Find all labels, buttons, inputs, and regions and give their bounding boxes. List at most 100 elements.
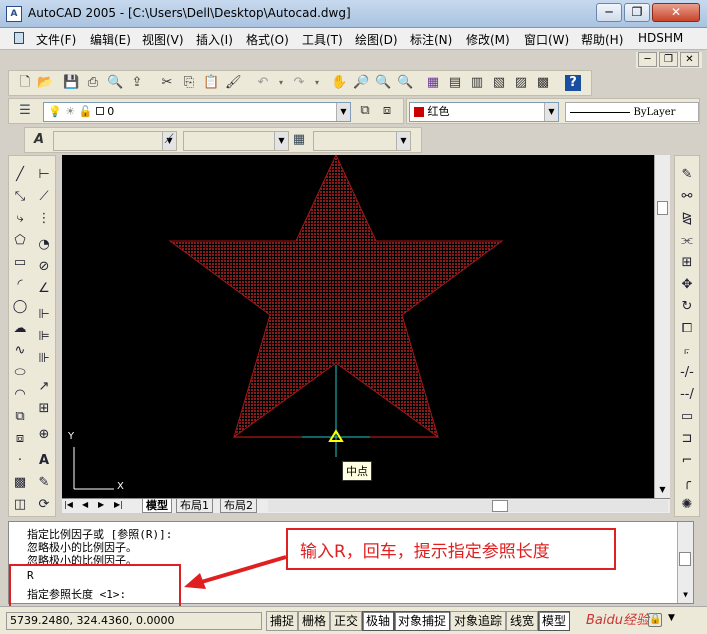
save-icon[interactable]: 💾 [63,75,79,91]
menu-dimension[interactable]: 标注(N) [410,31,452,48]
make-block-icon[interactable]: ⧈ [11,430,29,448]
array-icon[interactable]: ⊞ [678,254,696,272]
dimension-style-icon[interactable]: ⟋ [161,132,177,148]
command-scroll-down-icon[interactable]: ▼ [678,588,693,602]
region-icon[interactable]: ◫ [11,496,29,514]
fillet-icon[interactable]: ╭ [678,474,696,492]
design-center-icon[interactable]: ▤ [447,75,463,91]
zoom-window-icon[interactable]: 🔍 [375,75,391,91]
construction-line-icon[interactable]: ⤡ [11,188,29,206]
zoom-previous-icon[interactable]: 🔍 [397,75,413,91]
rotate-icon[interactable]: ↻ [678,298,696,316]
model-toggle[interactable]: 模型 [538,611,571,631]
tab-layout2[interactable]: 布局2 [220,499,257,513]
break-at-point-icon[interactable]: ▭ [678,408,696,426]
text-style-dropdown[interactable]: ▼ [53,131,177,151]
undo-icon[interactable]: ↶ [255,75,271,91]
menu-draw[interactable]: 绘图(D) [355,31,398,48]
close-button[interactable]: ✕ [652,3,700,22]
print-icon[interactable]: ⎙ [85,75,101,91]
publish-icon[interactable]: ⇪ [129,75,145,91]
rectangle-icon[interactable]: ▭ [11,254,29,272]
radius-dimension-icon[interactable]: ◔ [35,236,53,254]
quick-dimension-icon[interactable]: ⊩ [35,306,53,324]
table-style-dropdown[interactable]: ▼ [313,131,411,151]
redo-icon[interactable]: ↷ [291,75,307,91]
tray-lock-icon[interactable]: 🔒 [648,613,662,627]
color-dropdown[interactable]: 红色 ▼ [409,102,559,122]
copy-object-icon[interactable]: ⚯ [678,188,696,206]
aligned-dimension-icon[interactable]: ⟋ [35,188,53,206]
menu-edit[interactable]: 编辑(E) [90,31,131,48]
ordinate-dimension-icon[interactable]: ⋮ [35,210,53,228]
offset-icon[interactable]: ⫘ [678,232,696,250]
menu-help[interactable]: 帮助(H) [581,31,623,48]
tab-first-icon[interactable]: |◀ [64,500,73,509]
linetype-dropdown[interactable]: ByLayer [565,102,699,122]
point-icon[interactable]: · [11,452,29,470]
menu-insert[interactable]: 插入(I) [196,31,233,48]
menu-modify[interactable]: 修改(M) [466,31,510,48]
markup-icon[interactable]: ▨ [513,75,529,91]
autocad-app-icon[interactable]: A [6,6,22,22]
canvas-horizontal-scrollbar[interactable] [268,500,668,512]
hatch-icon[interactable]: ▩ [11,474,29,492]
redo-dropdown-icon[interactable]: ▾ [309,75,325,91]
sheet-set-icon[interactable]: ▧ [491,75,507,91]
polygon-icon[interactable]: ⬠ [11,232,29,250]
properties-icon[interactable]: ▦ [425,75,441,91]
center-mark-icon[interactable]: ⊕ [35,426,53,444]
move-icon[interactable]: ✥ [678,276,696,294]
trim-icon[interactable]: -/- [678,364,696,382]
lineweight-toggle[interactable]: 线宽 [506,611,539,631]
vertical-scroll-thumb[interactable] [657,201,668,215]
dimension-update-icon[interactable]: ⟳ [35,496,53,514]
doc-restore-button[interactable]: ❐ [659,52,678,67]
dimension-style-dropdown[interactable]: ▼ [183,131,289,151]
cut-icon[interactable]: ✂ [159,75,175,91]
text-style-icon[interactable]: A [31,132,47,148]
chamfer-icon[interactable]: ⌐ [678,452,696,470]
snap-toggle[interactable]: 捕捉 [266,611,299,631]
polar-toggle[interactable]: 极轴 [362,611,395,631]
restore-button[interactable]: ❐ [624,3,650,22]
circle-icon[interactable]: ◯ [11,298,29,316]
document-icon[interactable] [14,32,24,44]
stretch-icon[interactable]: ⟔ [678,342,696,360]
doc-minimize-button[interactable]: ─ [638,52,657,67]
diameter-dimension-icon[interactable]: ⊘ [35,258,53,276]
coordinate-readout[interactable]: 5739.2480, 324.4360, 0.0000 [6,612,262,630]
grid-toggle[interactable]: 栅格 [298,611,331,631]
ortho-toggle[interactable]: 正交 [330,611,363,631]
polyline-icon[interactable]: ⤷ [11,210,29,228]
menu-file[interactable]: 文件(F) [36,31,76,48]
doc-close-button[interactable]: ✕ [680,52,699,67]
insert-block-icon[interactable]: ⧉ [11,408,29,426]
extend-icon[interactable]: --/ [678,386,696,404]
menu-format[interactable]: 格式(O) [246,31,289,48]
quick-leader-icon[interactable]: ↗ [35,378,53,396]
command-scrollbar[interactable]: ▼ [677,522,693,603]
scale-icon[interactable]: ⧠ [678,320,696,338]
dimension-edit-icon[interactable]: ✎ [35,474,53,492]
layer-manager-icon[interactable]: ☰ [17,103,33,119]
match-properties-icon[interactable]: 🖌 [225,75,242,91]
line-icon[interactable]: ╱ [11,166,29,184]
minimize-button[interactable]: ─ [596,3,622,22]
zoom-realtime-icon[interactable]: 🔎 [353,75,369,91]
make-object-layer-current-icon[interactable]: ⧉ [357,103,373,119]
tray-menu-icon[interactable]: ▼ [668,613,675,623]
ellipse-arc-icon[interactable]: ◠ [11,386,29,404]
menu-view[interactable]: 视图(V) [142,31,184,48]
otrack-toggle[interactable]: 对象追踪 [450,611,507,631]
menu-window[interactable]: 窗口(W) [524,31,569,48]
horizontal-scroll-thumb[interactable] [492,500,508,512]
paste-icon[interactable]: 📋 [203,75,219,91]
command-scroll-thumb[interactable] [679,552,691,566]
tab-last-icon[interactable]: ▶| [114,500,123,509]
tolerance-icon[interactable]: ⊞ [35,400,53,418]
pan-icon[interactable]: ✋ [331,75,347,91]
canvas-vertical-scrollbar[interactable]: ▼ [654,155,670,498]
layer-dropdown[interactable]: 💡 ☀ 🔓 0 ▼ [43,102,351,122]
drawing-canvas[interactable]: Y X 中点 [62,155,670,498]
